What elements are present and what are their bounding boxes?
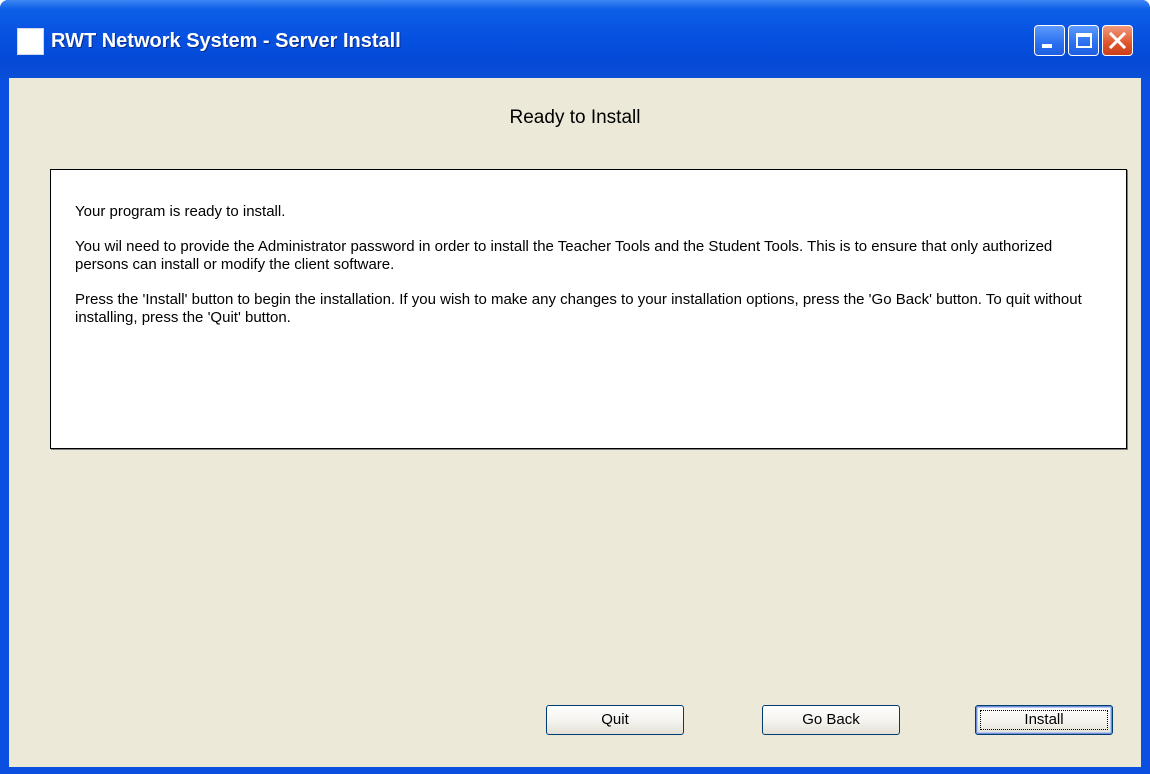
message-panel: Your program is ready to install. You wi… <box>50 169 1127 449</box>
message-paragraph-instructions: Press the 'Install' button to begin the … <box>75 291 1082 326</box>
dialog-body: Ready to Install Your program is ready t… <box>9 78 1141 767</box>
minimize-icon <box>1042 44 1052 48</box>
message-paragraph-password: You wil need to provide the Administrato… <box>75 238 1053 273</box>
close-button[interactable] <box>1102 25 1133 56</box>
message-paragraph-ready: Your program is ready to install. <box>75 203 286 220</box>
close-icon <box>1108 31 1127 50</box>
title-bar[interactable]: RWT Network System - Server Install <box>0 0 1150 78</box>
maximize-button[interactable] <box>1068 25 1099 56</box>
installer-window: RWT Network System - Server Install Read… <box>0 0 1150 774</box>
maximize-icon <box>1076 33 1092 48</box>
page-title: Ready to Install <box>509 107 641 128</box>
window-title: RWT Network System - Server Install <box>51 30 401 52</box>
install-button-label: Install <box>1024 711 1064 728</box>
go-back-button-label: Go Back <box>802 711 860 728</box>
go-back-button[interactable]: Go Back <box>762 705 900 735</box>
quit-button[interactable]: Quit <box>546 705 684 735</box>
app-icon <box>17 28 44 55</box>
quit-button-label: Quit <box>601 711 629 728</box>
install-button[interactable]: Install <box>975 705 1113 735</box>
minimize-button[interactable] <box>1034 25 1065 56</box>
